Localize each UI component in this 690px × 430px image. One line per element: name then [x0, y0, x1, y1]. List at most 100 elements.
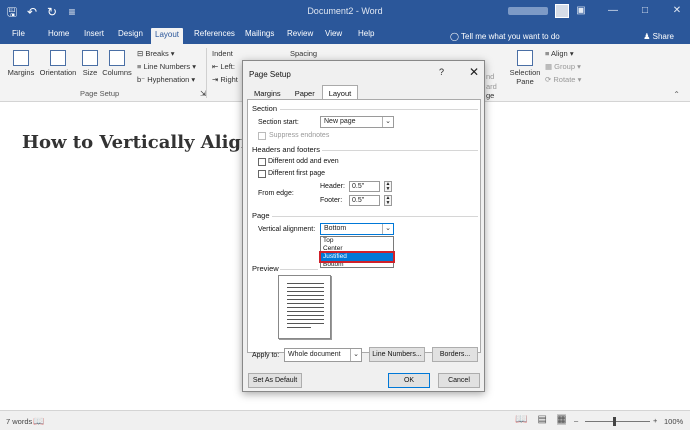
preview-divider — [280, 269, 318, 270]
orientation-button[interactable]: Orientation — [36, 50, 80, 77]
size-button[interactable]: Size — [80, 50, 100, 77]
vertical-alignment-label: Vertical alignment: — [258, 226, 316, 233]
apply-to-label: Apply to: — [252, 352, 280, 359]
status-bar: 7 words 📖 📖 ▤ ▦ – + 100% — [0, 410, 690, 430]
collapse-ribbon-icon[interactable]: ⌃ — [673, 90, 680, 99]
group-icon: ▦ — [545, 62, 555, 71]
align-button[interactable]: ≡ Align ▾ — [545, 49, 574, 58]
zoom-in-button[interactable]: + — [653, 416, 657, 425]
from-edge-label: From edge: — [258, 190, 294, 197]
section-divider — [280, 109, 478, 110]
apply-to-select[interactable]: Whole document ⌄ — [284, 348, 362, 362]
proofing-icon[interactable]: 📖 — [33, 416, 44, 427]
hyphenation-button[interactable]: b⁻ Hyphenation ▾ — [137, 75, 195, 84]
read-mode-icon[interactable]: 📖 — [515, 414, 527, 425]
bring-forward-fragment[interactable]: nd — [486, 72, 494, 81]
group-label-page-setup: Page Setup — [80, 89, 120, 98]
print-layout-icon[interactable]: ▤ — [537, 414, 546, 425]
document-heading[interactable]: How to Vertically Align — [22, 132, 254, 153]
tab-margins[interactable]: Margins — [247, 85, 288, 100]
tab-insert[interactable]: Insert — [80, 28, 108, 40]
web-layout-icon[interactable]: ▦ — [556, 414, 567, 425]
tab-references[interactable]: References — [190, 28, 239, 40]
ok-button[interactable]: OK — [388, 373, 430, 388]
tab-layout[interactable]: Layout — [151, 28, 184, 44]
tab-layout-dialog[interactable]: Layout — [321, 85, 359, 100]
dialog-title: Page Setup — [249, 70, 291, 79]
different-first-page-checkbox[interactable] — [258, 170, 266, 178]
header-distance-input[interactable]: 0.5" — [349, 181, 380, 192]
dialog-close-button[interactable]: ✕ — [469, 65, 479, 79]
section-heading: Section — [252, 104, 278, 113]
footer-spinner[interactable]: ▲ ▼ — [384, 195, 392, 206]
vertical-alignment-select[interactable]: Bottom ⌄ — [320, 223, 394, 235]
maximize-icon[interactable]: □ — [638, 3, 652, 19]
minimize-icon[interactable]: — — [606, 3, 620, 19]
tab-review[interactable]: Review — [283, 28, 317, 40]
page-preview — [278, 275, 331, 339]
tab-mailings[interactable]: Mailings — [241, 28, 278, 40]
set-as-default-button[interactable]: Set As Default — [248, 373, 302, 388]
zoom-level[interactable]: 100% — [664, 417, 683, 426]
close-icon[interactable]: ✕ — [670, 3, 684, 19]
page-divider — [272, 216, 478, 217]
tell-me-search[interactable]: ◯ Tell me what you want to do — [450, 32, 560, 41]
send-backward-fragment[interactable]: ard — [486, 82, 497, 91]
orientation-icon — [50, 50, 66, 66]
chevron-down-icon: ⌄ — [350, 349, 361, 361]
different-odd-even-checkbox[interactable] — [258, 158, 266, 166]
zoom-slider-thumb[interactable] — [613, 417, 616, 426]
size-icon — [82, 50, 98, 66]
dialog-tabs: Margins Paper Layout — [247, 85, 359, 100]
headers-footers-heading: Headers and footers — [252, 145, 320, 154]
window-controls: ▣ — □ ✕ — [574, 3, 684, 19]
avatar[interactable] — [555, 4, 569, 18]
help-button[interactable]: ? — [439, 67, 444, 77]
footer-label: Footer: — [320, 197, 343, 204]
columns-button[interactable]: Columns — [100, 50, 134, 77]
tab-help[interactable]: Help — [354, 28, 378, 40]
columns-icon — [109, 50, 125, 66]
zoom-slider[interactable] — [585, 421, 650, 422]
section-start-label: Section start: — [258, 119, 299, 126]
tab-view[interactable]: View — [321, 28, 346, 40]
borders-button[interactable]: Borders... — [432, 347, 478, 362]
header-spinner[interactable]: ▲ ▼ — [384, 181, 392, 192]
tab-file[interactable]: File — [8, 28, 29, 40]
footer-distance-input[interactable]: 0.5" — [349, 195, 380, 206]
ribbon-separator — [206, 48, 207, 98]
vertical-alignment-dropdown: Top Center Justified Bottom — [319, 236, 395, 269]
arrange-group-fragment: ge — [486, 91, 495, 100]
ribbon-tabs: File Home Insert Design Layout Reference… — [0, 24, 690, 44]
share-button[interactable]: ♟ Share — [643, 32, 674, 41]
spacing-label: Spacing — [290, 49, 318, 58]
option-justified[interactable]: Justified — [319, 251, 395, 263]
option-center[interactable]: Center — [321, 245, 393, 253]
suppress-endnotes-checkbox[interactable] — [258, 132, 266, 140]
tab-design[interactable]: Design — [114, 28, 147, 40]
margins-button[interactable]: Margins — [6, 50, 36, 77]
option-bottom[interactable]: Bottom — [321, 261, 393, 269]
selection-pane-button[interactable]: Selection Pane — [508, 50, 542, 86]
breaks-button[interactable]: ⊟ Breaks ▾ — [137, 49, 175, 58]
different-first-page-label: Different first page — [268, 170, 326, 177]
option-top[interactable]: Top — [321, 237, 393, 245]
zoom-out-button[interactable]: – — [574, 416, 578, 425]
tab-home[interactable]: Home — [44, 28, 73, 40]
chevron-down-icon: ⌄ — [382, 117, 393, 127]
cancel-button[interactable]: Cancel — [438, 373, 480, 388]
line-numbers-button[interactable]: ≡ Line Numbers ▾ — [137, 62, 196, 71]
indent-right[interactable]: ⇥ Right — [212, 75, 238, 84]
title-bar: 🖫 ↶ ↻ ≡ Document2 - Word ▣ — □ ✕ — [0, 0, 690, 24]
rotate-button[interactable]: ⟳ Rotate ▾ — [545, 75, 581, 84]
section-start-select[interactable]: New page ⌄ — [320, 116, 394, 128]
line-numbers-button-dialog[interactable]: Line Numbers... — [369, 347, 425, 362]
ribbon-display-icon[interactable]: ▣ — [574, 3, 588, 19]
tab-paper[interactable]: Paper — [288, 85, 322, 100]
lightbulb-icon: ◯ — [450, 32, 462, 41]
selection-pane-icon — [517, 50, 533, 66]
indent-left[interactable]: ⇤ Left: — [212, 62, 235, 71]
word-count[interactable]: 7 words — [6, 417, 32, 426]
account-name[interactable] — [508, 7, 548, 15]
group-button[interactable]: ▦ Group ▾ — [545, 62, 581, 71]
